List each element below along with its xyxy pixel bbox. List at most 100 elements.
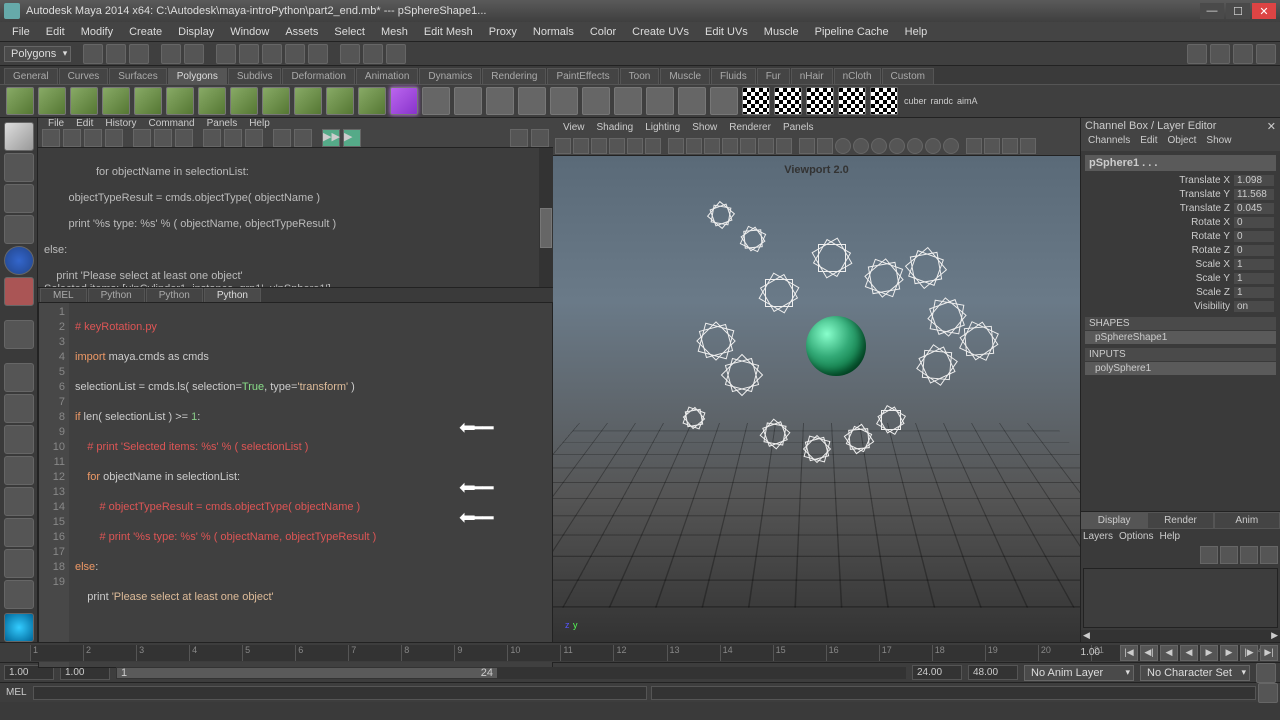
vp-safe-title[interactable] bbox=[776, 138, 792, 154]
range-end-inner[interactable] bbox=[912, 665, 962, 680]
script-history-button[interactable] bbox=[245, 129, 263, 147]
snap-grid-button[interactable] bbox=[216, 44, 236, 64]
script-menu-edit[interactable]: Edit bbox=[70, 118, 99, 129]
input-node[interactable]: polySphere1 bbox=[1085, 362, 1276, 375]
shelf-uv-checker[interactable] bbox=[838, 87, 866, 115]
open-scene-button[interactable] bbox=[106, 44, 126, 64]
shelf-tab-muscle[interactable]: Muscle bbox=[660, 68, 710, 84]
ipr-button[interactable] bbox=[363, 44, 383, 64]
layer-new-button[interactable] bbox=[1200, 546, 1218, 564]
attr-value[interactable]: 1.098 bbox=[1234, 175, 1274, 186]
menu-display[interactable]: Display bbox=[170, 26, 222, 38]
script-menu-panels[interactable]: Panels bbox=[201, 118, 244, 129]
menu-pipeline-cache[interactable]: Pipeline Cache bbox=[807, 26, 897, 38]
vp-menu-panels[interactable]: Panels bbox=[777, 122, 820, 133]
script-source-button[interactable] bbox=[133, 129, 151, 147]
ch-menu-show[interactable]: Show bbox=[1201, 135, 1236, 151]
code-editor[interactable]: 12345678910111213141516171819 # keyRotat… bbox=[38, 302, 553, 668]
layer-menu-help[interactable]: Help bbox=[1159, 531, 1180, 542]
vp-select-camera[interactable] bbox=[555, 138, 571, 154]
ui-toggle-button[interactable] bbox=[1256, 44, 1276, 64]
shelf-tool[interactable] bbox=[646, 87, 674, 115]
go-start-button[interactable]: |◀ bbox=[1120, 645, 1138, 661]
script-execute-all-button[interactable]: ▶▶ bbox=[322, 129, 340, 147]
vp-shadows[interactable] bbox=[853, 138, 869, 154]
step-back-key-button[interactable]: ◀| bbox=[1140, 645, 1158, 661]
layer-up-button[interactable] bbox=[1240, 546, 1258, 564]
script-search-button[interactable] bbox=[510, 129, 528, 147]
shelf-poly-pipe[interactable] bbox=[262, 87, 290, 115]
attr-value[interactable]: 0.045 bbox=[1234, 203, 1274, 214]
vp-view-transform[interactable] bbox=[1020, 138, 1036, 154]
menu-file[interactable]: File bbox=[4, 26, 38, 38]
wireframe-object[interactable] bbox=[905, 247, 947, 289]
shelf-tab-animation[interactable]: Animation bbox=[356, 68, 418, 84]
shelf-tool[interactable] bbox=[518, 87, 546, 115]
shelf-tool[interactable] bbox=[454, 87, 482, 115]
layer-tab-display[interactable]: Display bbox=[1081, 512, 1147, 529]
attr-value[interactable]: 1 bbox=[1234, 287, 1274, 298]
script-menu-file[interactable]: File bbox=[42, 118, 70, 129]
render-button[interactable] bbox=[340, 44, 360, 64]
shelf-poly-sphere[interactable] bbox=[6, 87, 34, 115]
shelf-tool[interactable] bbox=[614, 87, 642, 115]
ui-toggle-button[interactable] bbox=[1233, 44, 1253, 64]
shelf-tab-custom[interactable]: Custom bbox=[882, 68, 934, 84]
shelf-tab-curves[interactable]: Curves bbox=[59, 68, 109, 84]
lasso-tool[interactable] bbox=[4, 153, 34, 182]
shelf-tab-painteffects[interactable]: PaintEffects bbox=[547, 68, 618, 84]
script-clear-button[interactable] bbox=[154, 129, 172, 147]
vp-bookmark[interactable] bbox=[591, 138, 607, 154]
shelf-tab-general[interactable]: General bbox=[4, 68, 58, 84]
shelf-poly-soccer[interactable] bbox=[326, 87, 354, 115]
layout-saved[interactable] bbox=[4, 580, 34, 609]
menu-proxy[interactable]: Proxy bbox=[481, 26, 525, 38]
wireframe-object[interactable] bbox=[916, 344, 958, 386]
script-menu-help[interactable]: Help bbox=[243, 118, 276, 129]
shelf-tab-toon[interactable]: Toon bbox=[620, 68, 660, 84]
shelf-poly-platonic[interactable] bbox=[358, 87, 386, 115]
last-tool[interactable] bbox=[4, 320, 34, 349]
vp-menu-show[interactable]: Show bbox=[686, 122, 723, 133]
menu-help[interactable]: Help bbox=[897, 26, 936, 38]
menu-window[interactable]: Window bbox=[222, 26, 277, 38]
vp-safe-action[interactable] bbox=[758, 138, 774, 154]
editor-tab-mel-0[interactable]: MEL bbox=[40, 288, 87, 302]
shelf-tool[interactable] bbox=[582, 87, 610, 115]
script-open-button[interactable] bbox=[63, 129, 81, 147]
script-clear-history-button[interactable] bbox=[175, 129, 193, 147]
render-settings-button[interactable] bbox=[386, 44, 406, 64]
select-tool[interactable] bbox=[4, 122, 34, 151]
script-save-button[interactable] bbox=[84, 129, 102, 147]
layout-four[interactable] bbox=[4, 394, 34, 423]
script-editor-button[interactable] bbox=[1258, 683, 1278, 703]
layer-new-selected-button[interactable] bbox=[1220, 546, 1238, 564]
script-history-button[interactable] bbox=[224, 129, 242, 147]
script-echo-button[interactable] bbox=[273, 129, 291, 147]
shelf-uv-checker[interactable] bbox=[806, 87, 834, 115]
range-track[interactable]: 124 bbox=[116, 667, 906, 679]
window-maximize-button[interactable]: ☐ bbox=[1226, 3, 1250, 19]
script-menu-command[interactable]: Command bbox=[142, 118, 200, 129]
menu-edit-mesh[interactable]: Edit Mesh bbox=[416, 26, 481, 38]
attr-value[interactable]: on bbox=[1234, 301, 1274, 312]
vp-image-plane[interactable] bbox=[609, 138, 625, 154]
panel-close-icon[interactable]: ✕ bbox=[1267, 120, 1276, 133]
command-input[interactable] bbox=[33, 686, 647, 700]
vp-use-lights[interactable] bbox=[835, 138, 851, 154]
vp-menu-shading[interactable]: Shading bbox=[591, 122, 640, 133]
layer-menu-options[interactable]: Options bbox=[1119, 531, 1153, 542]
wireframe-object[interactable] bbox=[758, 272, 799, 313]
shelf-tab-deformation[interactable]: Deformation bbox=[282, 68, 354, 84]
vp-gate-mask[interactable] bbox=[722, 138, 738, 154]
script-menu-history[interactable]: History bbox=[99, 118, 142, 129]
undo-button[interactable] bbox=[161, 44, 181, 64]
layout-saved[interactable] bbox=[4, 518, 34, 547]
menu-modify[interactable]: Modify bbox=[73, 26, 121, 38]
menu-normals[interactable]: Normals bbox=[525, 26, 582, 38]
vp-field-chart[interactable] bbox=[740, 138, 756, 154]
wireframe-object[interactable] bbox=[930, 299, 965, 334]
save-scene-button[interactable] bbox=[129, 44, 149, 64]
shelf-tool[interactable] bbox=[678, 87, 706, 115]
shelf-tab-fluids[interactable]: Fluids bbox=[711, 68, 756, 84]
